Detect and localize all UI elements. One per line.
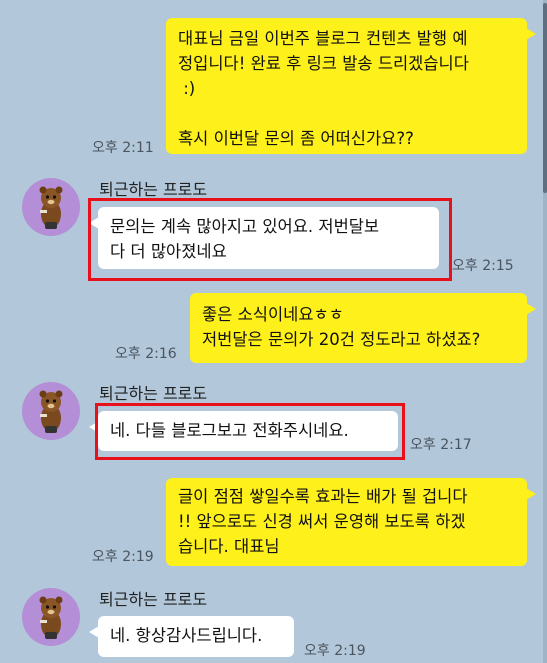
message-time: 오후 2:15 xyxy=(452,258,514,274)
message-time: 오후 2:19 xyxy=(92,549,154,565)
message-time: 오후 2:19 xyxy=(304,643,366,659)
my-message-bubble[interactable]: 좋은 소식이네요ㅎㅎ 저번달은 문의가 20건 정도라고 하셨죠? xyxy=(190,293,536,363)
bear-avatar-icon xyxy=(39,596,63,639)
message-time: 오후 2:11 xyxy=(92,140,154,156)
message-time: 오후 2:16 xyxy=(115,346,177,362)
chat-screen: { "messages": [ {"sender_type":"me","tex… xyxy=(0,0,547,663)
sender-name: 퇴근하는 프로도 xyxy=(99,180,208,199)
avatar[interactable] xyxy=(22,588,80,646)
my-message-bubble[interactable]: 대표님 금일 이번주 블로그 컨텐츠 발행 예 정입니다! 완료 후 링크 발송… xyxy=(166,18,536,154)
avatar[interactable] xyxy=(22,382,80,440)
message-time: 오후 2:17 xyxy=(410,437,472,453)
their-message-bubble[interactable]: 네. 항상감사드립니다. xyxy=(89,616,294,657)
highlight-box xyxy=(88,198,452,281)
bear-avatar-icon xyxy=(39,390,63,433)
bear-avatar-icon xyxy=(39,186,63,229)
sender-name: 퇴근하는 프로도 xyxy=(99,384,208,403)
scrollbar-thumb[interactable] xyxy=(543,3,547,193)
sender-name: 퇴근하는 프로도 xyxy=(99,590,208,609)
my-message-bubble[interactable]: 글이 점점 쌓일수록 효과는 배가 될 겁니다 !! 앞으로도 신경 써서 운영… xyxy=(166,478,536,566)
highlight-box xyxy=(95,403,405,460)
avatar[interactable] xyxy=(22,178,80,236)
